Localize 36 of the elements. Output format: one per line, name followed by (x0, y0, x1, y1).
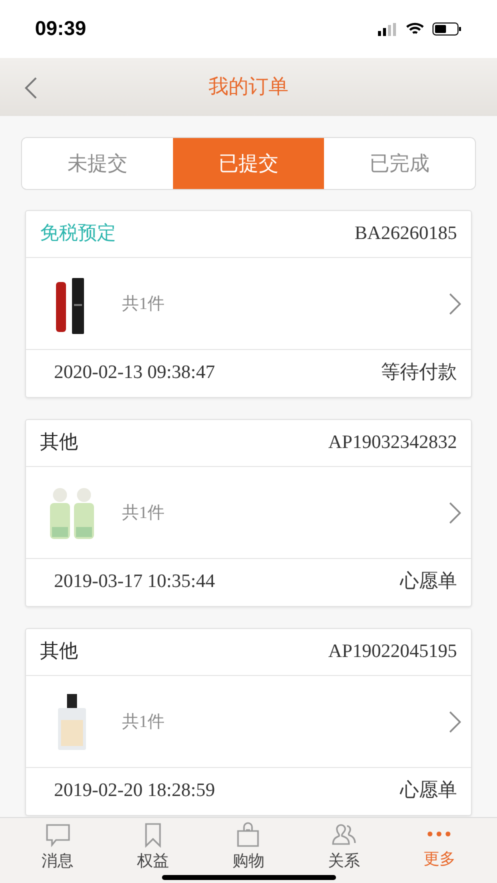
tab-bar-item[interactable]: 购物 (218, 822, 278, 874)
order-date: 2019-02-20 18:28:59 (54, 779, 215, 804)
wifi-icon (406, 22, 424, 36)
item-count: 共1件 (122, 710, 164, 733)
battery-icon (432, 22, 462, 36)
order-status: 心愿单 (400, 779, 457, 804)
chevron-right-icon (449, 292, 461, 314)
order-type: 其他 (40, 640, 78, 664)
order-number: BA26260185 (354, 222, 457, 246)
chevron-right-icon (449, 710, 461, 732)
chevron-right-icon (449, 502, 461, 524)
order-number: AP19032342832 (328, 430, 457, 455)
status-time: 09:39 (35, 17, 86, 42)
order-type: 其他 (40, 430, 78, 455)
people-icon (330, 822, 358, 848)
order-item-row[interactable]: 共1件 (26, 676, 471, 768)
signal-icon (378, 22, 398, 36)
more-dots-icon (426, 831, 452, 837)
order-status: 心愿单 (400, 570, 457, 594)
order-item-row[interactable]: 共1件 (26, 258, 471, 350)
page-title: 我的订单 (208, 75, 288, 100)
item-count: 共1件 (122, 292, 164, 315)
order-date: 2020-02-13 09:38:47 (54, 361, 215, 386)
back-chevron-icon (24, 76, 38, 100)
chat-bubble-icon (44, 822, 72, 848)
tab-bar-item[interactable]: 关系 (314, 822, 374, 874)
order-item-row[interactable]: 共1件 (26, 467, 471, 559)
tab-bar-item[interactable]: 更多 (409, 822, 470, 872)
item-count: 共1件 (122, 502, 164, 524)
order-type: 免税预定 (40, 222, 116, 246)
filter-tab[interactable]: 已提交 (173, 138, 324, 189)
tab-bar-item[interactable]: 消息 (28, 822, 88, 874)
tab-bar-item[interactable]: 权益 (123, 822, 184, 874)
order-status: 等待付款 (381, 361, 457, 386)
order-number: AP19022045195 (328, 640, 457, 664)
order-date: 2019-03-17 10:35:44 (54, 570, 215, 594)
